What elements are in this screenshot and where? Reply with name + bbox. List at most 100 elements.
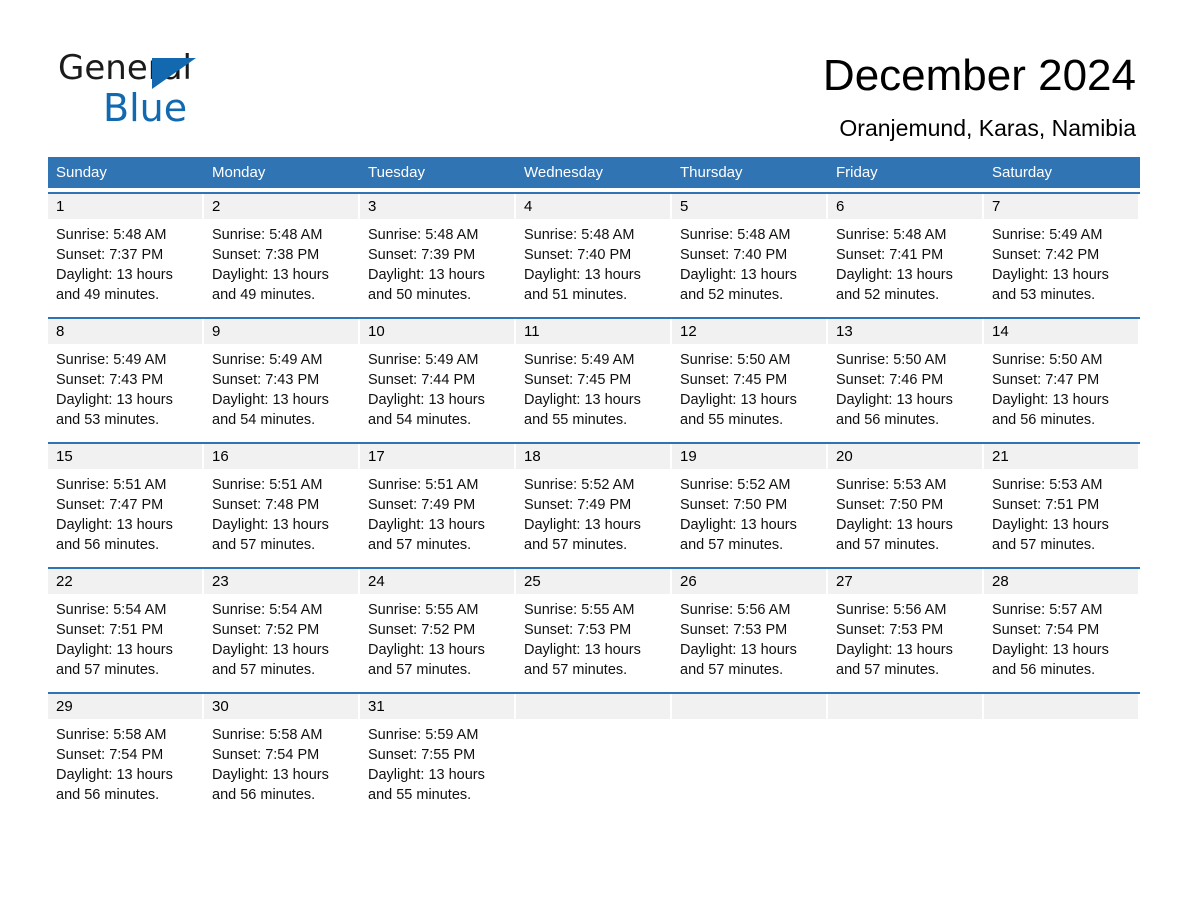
day-number-band: 7: [984, 194, 1140, 219]
day-cell-empty: [516, 694, 672, 813]
day-cell[interactable]: 21 Sunrise: 5:53 AM Sunset: 7:51 PM Dayl…: [984, 444, 1140, 563]
day-cell[interactable]: 8 Sunrise: 5:49 AM Sunset: 7:43 PM Dayli…: [48, 319, 204, 438]
day-details: Sunrise: 5:49 AM Sunset: 7:42 PM Dayligh…: [984, 219, 1140, 313]
day-cell[interactable]: 20 Sunrise: 5:53 AM Sunset: 7:50 PM Dayl…: [828, 444, 984, 563]
daylight-line-2: and 55 minutes.: [368, 787, 472, 803]
day-cell[interactable]: 23 Sunrise: 5:54 AM Sunset: 7:52 PM Dayl…: [204, 569, 360, 688]
sunset-line: Sunset: 7:40 PM: [524, 247, 632, 263]
day-number: 17: [368, 448, 385, 465]
weekday-header-sunday: Sunday: [56, 164, 107, 181]
day-cell[interactable]: 7 Sunrise: 5:49 AM Sunset: 7:42 PM Dayli…: [984, 194, 1140, 313]
day-cell[interactable]: 19 Sunrise: 5:52 AM Sunset: 7:50 PM Dayl…: [672, 444, 828, 563]
day-cell[interactable]: 6 Sunrise: 5:48 AM Sunset: 7:41 PM Dayli…: [828, 194, 984, 313]
sunset-line: Sunset: 7:53 PM: [836, 622, 944, 638]
day-number: 29: [56, 698, 73, 715]
sunrise-line: Sunrise: 5:53 AM: [836, 477, 947, 493]
day-number-band: 18: [516, 444, 672, 469]
sunrise-line: Sunrise: 5:50 AM: [992, 352, 1103, 368]
daylight-line-1: Daylight: 13 hours: [524, 267, 641, 283]
daylight-line-1: Daylight: 13 hours: [212, 642, 329, 658]
daylight-line-2: and 50 minutes.: [368, 287, 472, 303]
sunset-line: Sunset: 7:38 PM: [212, 247, 320, 263]
sunrise-line: Sunrise: 5:54 AM: [56, 602, 167, 618]
day-cell[interactable]: 27 Sunrise: 5:56 AM Sunset: 7:53 PM Dayl…: [828, 569, 984, 688]
logo-text-blue: Blue: [103, 86, 188, 130]
day-details: Sunrise: 5:51 AM Sunset: 7:47 PM Dayligh…: [48, 469, 204, 563]
day-cell[interactable]: 11 Sunrise: 5:49 AM Sunset: 7:45 PM Dayl…: [516, 319, 672, 438]
day-number-band: 30: [204, 694, 360, 719]
day-cell-empty: [672, 694, 828, 813]
day-cell[interactable]: 2 Sunrise: 5:48 AM Sunset: 7:38 PM Dayli…: [204, 194, 360, 313]
day-cell[interactable]: 10 Sunrise: 5:49 AM Sunset: 7:44 PM Dayl…: [360, 319, 516, 438]
day-number-band: [828, 694, 984, 719]
day-details: Sunrise: 5:48 AM Sunset: 7:39 PM Dayligh…: [360, 219, 516, 313]
week-row: 15 Sunrise: 5:51 AM Sunset: 7:47 PM Dayl…: [48, 442, 1140, 563]
day-cell[interactable]: 26 Sunrise: 5:56 AM Sunset: 7:53 PM Dayl…: [672, 569, 828, 688]
day-number: 5: [680, 198, 689, 215]
daylight-line-1: Daylight: 13 hours: [836, 267, 953, 283]
day-number-band: 1: [48, 194, 204, 219]
daylight-line-1: Daylight: 13 hours: [836, 642, 953, 658]
daylight-line-1: Daylight: 13 hours: [992, 517, 1109, 533]
day-cell[interactable]: 4 Sunrise: 5:48 AM Sunset: 7:40 PM Dayli…: [516, 194, 672, 313]
day-cell[interactable]: 15 Sunrise: 5:51 AM Sunset: 7:47 PM Dayl…: [48, 444, 204, 563]
daylight-line-1: Daylight: 13 hours: [836, 392, 953, 408]
day-details: Sunrise: 5:55 AM Sunset: 7:53 PM Dayligh…: [516, 594, 672, 688]
sunrise-line: Sunrise: 5:48 AM: [56, 227, 167, 243]
daylight-line-2: and 56 minutes.: [836, 412, 940, 428]
sunrise-line: Sunrise: 5:48 AM: [212, 227, 323, 243]
day-number-band: 19: [672, 444, 828, 469]
day-number: 21: [992, 448, 1009, 465]
daylight-line-2: and 54 minutes.: [212, 412, 316, 428]
daylight-line-2: and 53 minutes.: [56, 412, 160, 428]
sunrise-line: Sunrise: 5:48 AM: [368, 227, 479, 243]
daylight-line-1: Daylight: 13 hours: [992, 267, 1109, 283]
day-cell[interactable]: 9 Sunrise: 5:49 AM Sunset: 7:43 PM Dayli…: [204, 319, 360, 438]
sunset-line: Sunset: 7:54 PM: [212, 747, 320, 763]
day-details: Sunrise: 5:54 AM Sunset: 7:52 PM Dayligh…: [204, 594, 360, 688]
daylight-line-1: Daylight: 13 hours: [836, 517, 953, 533]
sunset-line: Sunset: 7:51 PM: [992, 497, 1100, 513]
day-number-band: 22: [48, 569, 204, 594]
day-cell[interactable]: 14 Sunrise: 5:50 AM Sunset: 7:47 PM Dayl…: [984, 319, 1140, 438]
title-block: December 2024 Oranjemund, Karas, Namibia: [436, 50, 1136, 143]
day-number-band: 24: [360, 569, 516, 594]
sunrise-line: Sunrise: 5:59 AM: [368, 727, 479, 743]
day-cell[interactable]: 17 Sunrise: 5:51 AM Sunset: 7:49 PM Dayl…: [360, 444, 516, 563]
sunrise-line: Sunrise: 5:49 AM: [368, 352, 479, 368]
day-cell[interactable]: 29 Sunrise: 5:58 AM Sunset: 7:54 PM Dayl…: [48, 694, 204, 813]
sunset-line: Sunset: 7:45 PM: [524, 372, 632, 388]
day-number: [828, 698, 836, 715]
day-number: 14: [992, 323, 1009, 340]
day-cell[interactable]: 13 Sunrise: 5:50 AM Sunset: 7:46 PM Dayl…: [828, 319, 984, 438]
sunset-line: Sunset: 7:49 PM: [524, 497, 632, 513]
daylight-line-1: Daylight: 13 hours: [212, 517, 329, 533]
sunrise-line: Sunrise: 5:49 AM: [212, 352, 323, 368]
sunrise-line: Sunrise: 5:56 AM: [836, 602, 947, 618]
sunrise-line: Sunrise: 5:55 AM: [368, 602, 479, 618]
day-details: Sunrise: 5:48 AM Sunset: 7:41 PM Dayligh…: [828, 219, 984, 313]
day-details: Sunrise: 5:49 AM Sunset: 7:45 PM Dayligh…: [516, 344, 672, 438]
day-cell[interactable]: 30 Sunrise: 5:58 AM Sunset: 7:54 PM Dayl…: [204, 694, 360, 813]
day-number-band: 8: [48, 319, 204, 344]
day-cell[interactable]: 18 Sunrise: 5:52 AM Sunset: 7:49 PM Dayl…: [516, 444, 672, 563]
day-number: 16: [212, 448, 229, 465]
sunrise-line: Sunrise: 5:48 AM: [680, 227, 791, 243]
day-details: Sunrise: 5:58 AM Sunset: 7:54 PM Dayligh…: [204, 719, 360, 813]
day-cell[interactable]: 5 Sunrise: 5:48 AM Sunset: 7:40 PM Dayli…: [672, 194, 828, 313]
day-cell[interactable]: 25 Sunrise: 5:55 AM Sunset: 7:53 PM Dayl…: [516, 569, 672, 688]
day-details: Sunrise: 5:51 AM Sunset: 7:49 PM Dayligh…: [360, 469, 516, 563]
day-cell[interactable]: 12 Sunrise: 5:50 AM Sunset: 7:45 PM Dayl…: [672, 319, 828, 438]
day-cell[interactable]: 28 Sunrise: 5:57 AM Sunset: 7:54 PM Dayl…: [984, 569, 1140, 688]
day-cell[interactable]: 1 Sunrise: 5:48 AM Sunset: 7:37 PM Dayli…: [48, 194, 204, 313]
day-cell[interactable]: 31 Sunrise: 5:59 AM Sunset: 7:55 PM Dayl…: [360, 694, 516, 813]
sunset-line: Sunset: 7:50 PM: [836, 497, 944, 513]
day-cell[interactable]: 22 Sunrise: 5:54 AM Sunset: 7:51 PM Dayl…: [48, 569, 204, 688]
daylight-line-2: and 53 minutes.: [992, 287, 1096, 303]
day-cell[interactable]: 24 Sunrise: 5:55 AM Sunset: 7:52 PM Dayl…: [360, 569, 516, 688]
day-cell[interactable]: 3 Sunrise: 5:48 AM Sunset: 7:39 PM Dayli…: [360, 194, 516, 313]
daylight-line-2: and 51 minutes.: [524, 287, 628, 303]
day-cell[interactable]: 16 Sunrise: 5:51 AM Sunset: 7:48 PM Dayl…: [204, 444, 360, 563]
day-details: [984, 719, 1140, 803]
daylight-line-1: Daylight: 13 hours: [212, 267, 329, 283]
